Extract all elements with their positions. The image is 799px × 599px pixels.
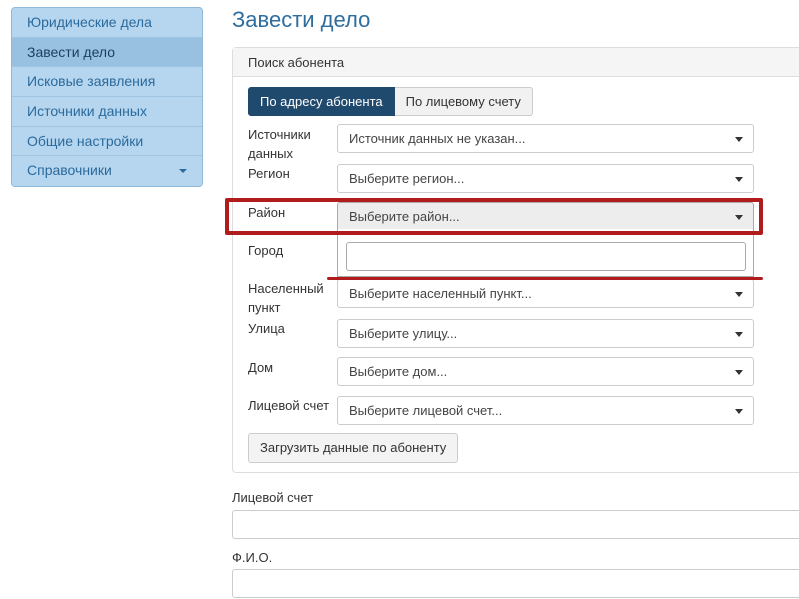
account-select[interactable]: Выберите лицевой счет... — [337, 396, 754, 425]
chevron-down-icon — [735, 409, 743, 414]
account-field[interactable] — [232, 510, 799, 539]
account-label: Лицевой счет — [248, 398, 330, 413]
district-search-input[interactable] — [346, 242, 746, 271]
chevron-down-icon — [735, 137, 743, 142]
annotation-underline — [327, 277, 763, 280]
city-label: Город — [248, 243, 284, 258]
house-select-value: Выберите дом... — [349, 364, 448, 379]
subscriber-search-panel: Поиск абонента По адресу абонента По лиц… — [225, 47, 799, 473]
fio-field-label: Ф.И.О. — [232, 550, 273, 565]
panel-heading: Поиск абонента — [233, 48, 799, 77]
chevron-down-icon — [735, 292, 743, 297]
source-select[interactable]: Источник данных не указан... — [337, 124, 754, 153]
page-title: Завести дело — [232, 7, 371, 32]
chevron-down-icon — [735, 332, 743, 337]
sidebar-item-data-sources[interactable]: Источники данных — [12, 97, 202, 127]
chevron-down-icon — [735, 177, 743, 182]
house-label: Дом — [248, 360, 274, 375]
region-select-value: Выберите регион... — [349, 171, 465, 186]
sidebar-item-general-settings[interactable]: Общие настройки — [12, 126, 202, 157]
annotation-highlight-box — [225, 198, 763, 235]
settlement-select[interactable]: Выберите населенный пункт... — [337, 279, 754, 308]
sidebar-item-references[interactable]: Справочники — [12, 156, 202, 187]
region-label: Регион — [248, 166, 290, 181]
region-select[interactable]: Выберите регион... — [337, 164, 754, 193]
load-subscriber-button[interactable]: Загрузить данные по абоненту — [248, 433, 459, 463]
account-select-value: Выберите лицевой счет... — [349, 403, 503, 418]
tab-by-address[interactable]: По адресу абонента — [248, 87, 395, 116]
district-dropdown — [337, 229, 754, 277]
tab-by-account[interactable]: По лицевому счету — [394, 87, 533, 116]
fio-field[interactable] — [232, 569, 799, 598]
settlement-label: Населенный пункт — [248, 281, 324, 315]
source-label: Источники данных — [248, 127, 311, 161]
sidebar-item-legal-cases[interactable]: Юридические дела — [12, 8, 202, 38]
search-mode-tabs: По адресу абонента По лицевому счету — [248, 87, 533, 116]
sidebar-item-claims[interactable]: Исковые заявления — [12, 67, 202, 98]
house-select[interactable]: Выберите дом... — [337, 357, 754, 386]
sidebar-nav: Юридические дела Завести дело Исковые за… — [11, 7, 203, 188]
source-select-value: Источник данных не указан... — [349, 131, 526, 146]
street-label: Улица — [248, 321, 285, 336]
sidebar-item-create-case[interactable]: Завести дело — [12, 37, 202, 68]
chevron-down-icon — [735, 370, 743, 375]
account-field-label: Лицевой счет — [232, 490, 314, 505]
sidebar-item-label: Справочники — [27, 162, 112, 179]
street-select-value: Выберите улицу... — [349, 326, 458, 341]
street-select[interactable]: Выберите улицу... — [337, 319, 754, 348]
caret-down-icon — [179, 169, 187, 174]
settlement-select-value: Выберите населенный пункт... — [349, 286, 532, 301]
